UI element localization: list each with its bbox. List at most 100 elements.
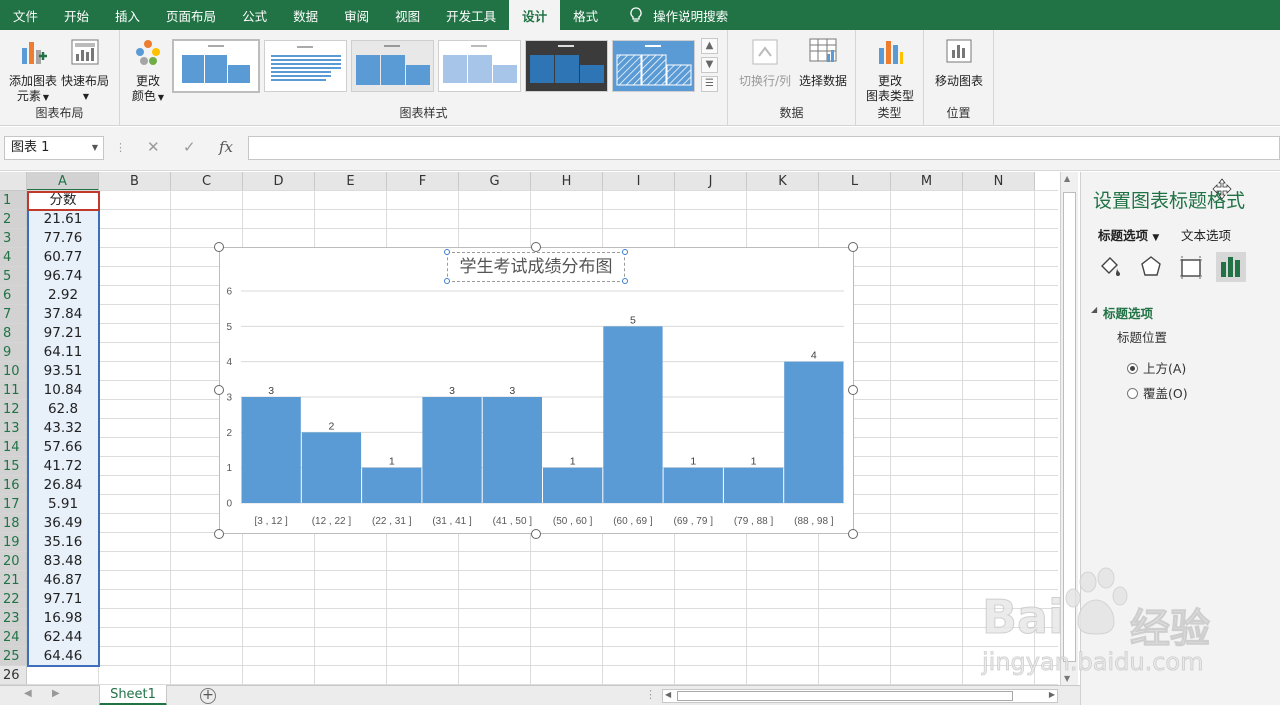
chart-style-4[interactable] <box>438 40 521 92</box>
cell-score[interactable]: 60.77 <box>27 248 99 267</box>
prev-sheet-arrow-icon[interactable]: ◀ <box>24 688 32 699</box>
cancel-icon[interactable]: ✕ <box>147 138 160 156</box>
tab-home[interactable]: 开始 <box>51 0 102 30</box>
add-chart-element-button[interactable]: 添加图表 元素 ▼ <box>6 36 60 105</box>
scroll-left-arrow-icon[interactable]: ◀ <box>665 690 671 699</box>
cell-score[interactable]: 97.21 <box>27 324 99 343</box>
chart-resize-handle[interactable] <box>531 242 541 252</box>
collapse-triangle-icon[interactable]: ◢ <box>1091 305 1097 314</box>
chart-resize-handle[interactable] <box>214 529 224 539</box>
cell-score[interactable]: 26.84 <box>27 476 99 495</box>
formula-input[interactable] <box>248 136 1280 160</box>
chart-resize-handle[interactable] <box>531 529 541 539</box>
format-chart-title-pane: 设置图表标题格式 标题选项 ▼ 文本选项 ◢ 标题选项 标题位置 上方(A) 覆… <box>1080 172 1280 705</box>
name-box[interactable]: 图表 1 ▼ <box>4 136 104 160</box>
select-data-button[interactable]: 选择数据 <box>796 36 850 89</box>
switch-row-column-button[interactable]: 切换行/列 <box>736 36 794 89</box>
chart-style-6[interactable] <box>612 40 695 92</box>
histogram-bar <box>362 467 422 503</box>
change-chart-type-label1: 更改 <box>877 74 902 88</box>
cell-score[interactable]: 43.32 <box>27 419 99 438</box>
cell-score[interactable]: 62.44 <box>27 628 99 647</box>
histogram-chart[interactable]: 学生考试成绩分布图 0 1 2 3 4 5 6 3 [3 , 12 ] 2 (12 , 22 ] 1(… <box>219 247 854 534</box>
vertical-scrollbar[interactable]: ▲ ▼ <box>1060 172 1078 685</box>
horizontal-scroll-thumb[interactable] <box>677 691 1013 701</box>
tab-design[interactable]: 设计 <box>509 0 561 30</box>
chart-resize-handle[interactable] <box>848 385 858 395</box>
tab-format[interactable]: 格式 <box>560 0 611 30</box>
tab-data[interactable]: 数据 <box>280 0 331 30</box>
add-sheet-icon[interactable]: + <box>200 688 216 704</box>
cell-score[interactable]: 35.16 <box>27 533 99 552</box>
chart-style-3[interactable] <box>351 40 434 92</box>
cell-score[interactable]: 62.8 <box>27 400 99 419</box>
cell-score[interactable]: 97.71 <box>27 590 99 609</box>
chart-resize-handle[interactable] <box>214 242 224 252</box>
group-label-type: 类型 <box>877 106 902 120</box>
cell-score[interactable]: 96.74 <box>27 267 99 286</box>
gallery-scroll-down-button[interactable]: ▼ <box>701 57 718 73</box>
cell-a1-header[interactable]: 分数 <box>27 191 99 210</box>
cell-score[interactable]: 93.51 <box>27 362 99 381</box>
move-chart-button[interactable]: 移动图表 <box>932 36 986 89</box>
vertical-scroll-thumb[interactable] <box>1063 192 1076 662</box>
insert-function-icon[interactable]: fx <box>219 138 233 156</box>
chart-style-2[interactable] <box>264 40 347 92</box>
cell-score[interactable]: 5.91 <box>27 495 99 514</box>
scroll-right-arrow-icon[interactable]: ▶ <box>1049 690 1055 699</box>
tab-title-options[interactable]: 标题选项 ▼ <box>1098 225 1159 244</box>
enter-icon[interactable]: ✓ <box>183 138 196 156</box>
cell-score[interactable]: 64.46 <box>27 647 99 666</box>
tell-me-search[interactable]: 操作说明搜索 <box>611 0 741 30</box>
gallery-scroll-up-button[interactable]: ▲ <box>701 38 718 54</box>
formula-bar-grip-icon: ⋮ <box>115 141 126 154</box>
cell-score[interactable]: 77.76 <box>27 229 99 248</box>
next-sheet-arrow-icon[interactable]: ▶ <box>52 688 60 699</box>
cell-score[interactable]: 57.66 <box>27 438 99 457</box>
cell-score[interactable]: 64.11 <box>27 343 99 362</box>
gallery-expand-button[interactable]: ☰ <box>701 76 718 92</box>
cell-score[interactable]: 21.61 <box>27 210 99 229</box>
section-title-options[interactable]: 标题选项 <box>1103 303 1153 322</box>
cell-score[interactable]: 83.48 <box>27 552 99 571</box>
tab-view[interactable]: 视图 <box>382 0 433 30</box>
tab-insert[interactable]: 插入 <box>102 0 153 30</box>
chart-resize-handle[interactable] <box>848 242 858 252</box>
scroll-up-arrow-icon[interactable]: ▲ <box>1064 174 1070 183</box>
tab-developer[interactable]: 开发工具 <box>433 0 509 30</box>
chart-options-tab[interactable] <box>1216 252 1246 282</box>
change-chart-type-button[interactable]: 更改 图表类型 <box>864 36 916 104</box>
cell-score[interactable]: 46.87 <box>27 571 99 590</box>
chart-style-5[interactable] <box>525 40 608 92</box>
cell-score[interactable]: 36.49 <box>27 514 99 533</box>
cell-score[interactable]: 2.92 <box>27 286 99 305</box>
quick-layout-button[interactable]: 快速布局 ▼ <box>61 36 109 104</box>
sheet-tab-sheet1[interactable]: Sheet1 <box>99 685 167 705</box>
tab-review[interactable]: 审阅 <box>331 0 382 30</box>
effects-icon[interactable] <box>1136 252 1166 282</box>
horizontal-scrollbar[interactable]: ◀ ▶ <box>662 689 1058 703</box>
scroll-down-arrow-icon[interactable]: ▼ <box>1064 674 1070 683</box>
cell-score[interactable]: 10.84 <box>27 381 99 400</box>
radio-overlay-label: 覆盖(O) <box>1143 386 1188 401</box>
cell-score[interactable]: 16.98 <box>27 609 99 628</box>
cell-score[interactable]: 37.84 <box>27 305 99 324</box>
chart-style-1[interactable] <box>172 39 260 93</box>
y-tick-label: 1 <box>226 463 232 474</box>
radio-above[interactable]: 上方(A) <box>1127 358 1186 377</box>
change-colors-button[interactable]: 更改 颜色 ▼ <box>128 36 168 105</box>
tab-file[interactable]: 文件 <box>0 0 51 30</box>
chart-style-4-preview <box>443 45 517 83</box>
chart-resize-handle[interactable] <box>214 385 224 395</box>
data-label: 3 <box>449 385 455 397</box>
size-properties-icon[interactable] <box>1176 252 1206 282</box>
tab-split-grip-icon[interactable]: ⋮ <box>645 688 656 701</box>
tab-page-layout[interactable]: 页面布局 <box>153 0 229 30</box>
cell-score[interactable]: 41.72 <box>27 457 99 476</box>
fill-line-icon[interactable] <box>1095 252 1125 282</box>
radio-overlay[interactable]: 覆盖(O) <box>1127 383 1188 402</box>
tab-text-options[interactable]: 文本选项 <box>1181 225 1231 244</box>
change-chart-type-label2: 图表类型 <box>865 89 914 103</box>
tab-formulas[interactable]: 公式 <box>229 0 280 30</box>
chart-resize-handle[interactable] <box>848 529 858 539</box>
